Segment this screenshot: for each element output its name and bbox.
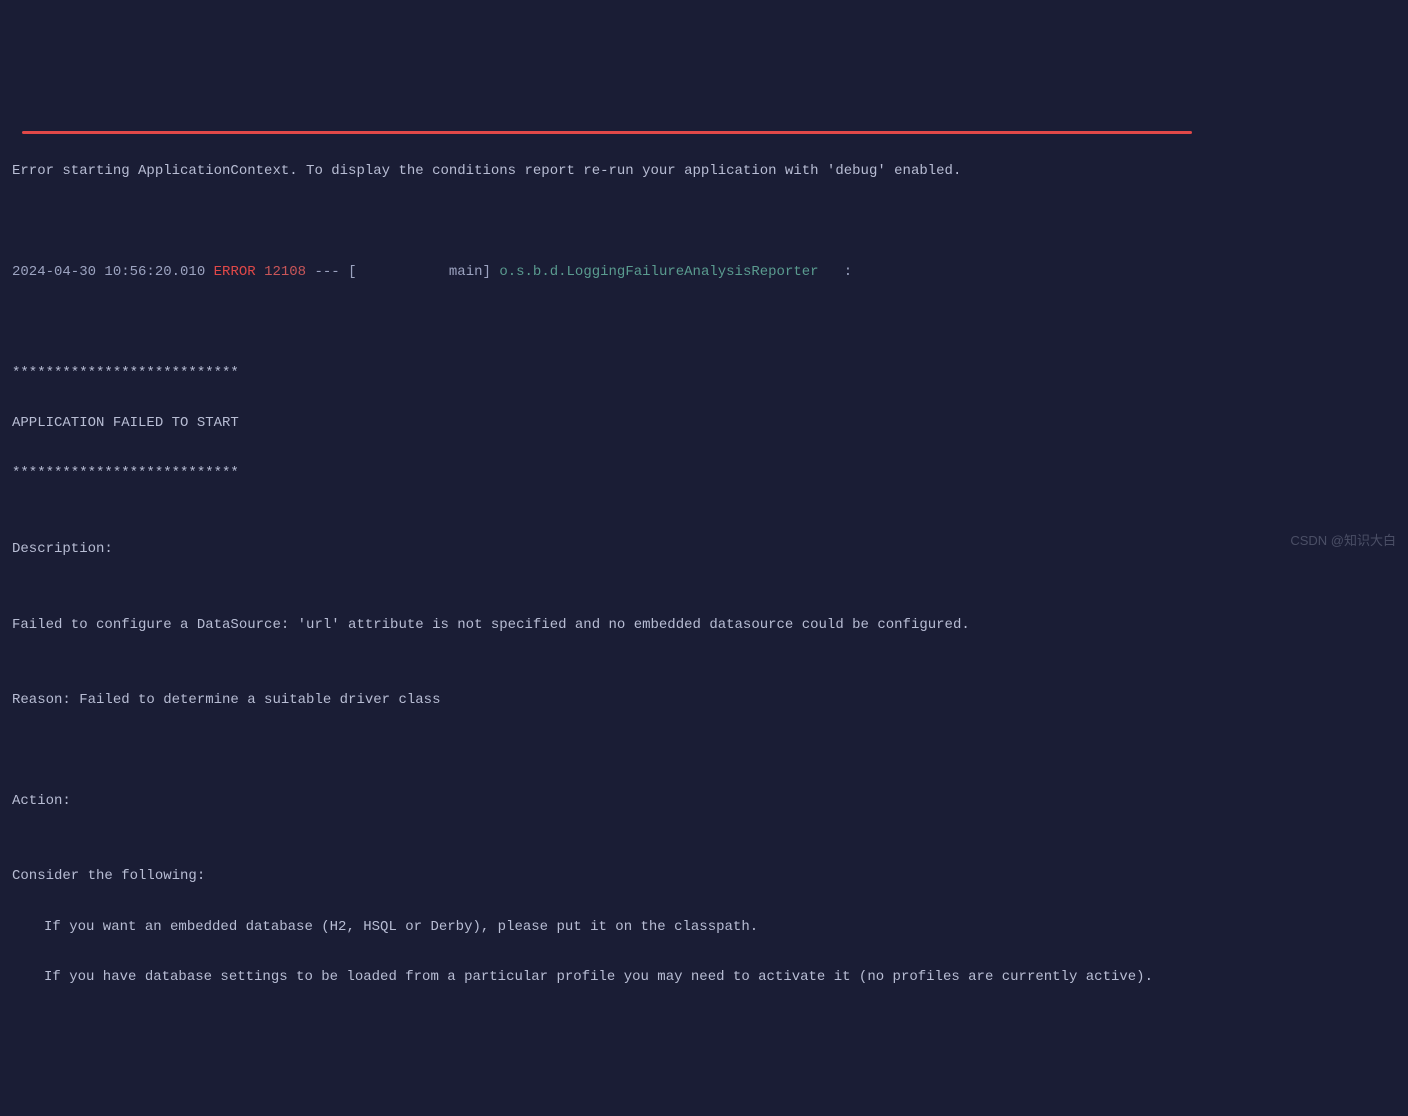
consider-line-2: If you have database settings to be load… <box>12 965 1396 990</box>
log-colon: : <box>819 264 853 280</box>
divider-line: *************************** <box>12 461 1396 486</box>
log-meta-line: 2024-04-30 10:56:20.010 ERROR 12108 --- … <box>12 260 1396 285</box>
consider-line-1: If you want an embedded database (H2, HS… <box>12 915 1396 940</box>
error-underline-annotation <box>22 131 1192 134</box>
log-pid: 12108 <box>264 264 306 280</box>
context-error-line: Error starting ApplicationContext. To di… <box>12 159 1396 184</box>
description-body: Failed to configure a DataSource: 'url' … <box>12 613 1396 638</box>
logger-class-name: o.s.b.d.LoggingFailureAnalysisReporter <box>499 264 818 280</box>
log-level: ERROR <box>214 264 256 280</box>
log-timestamp: 2024-04-30 10:56:20.010 <box>12 264 205 280</box>
log-thread: --- [ main] <box>306 264 499 280</box>
description-header: Description: <box>12 537 1396 562</box>
action-header: Action: <box>12 789 1396 814</box>
failed-to-start-header: APPLICATION FAILED TO START <box>12 411 1396 436</box>
reason-line: Reason: Failed to determine a suitable d… <box>12 688 1396 713</box>
csdn-watermark: CSDN @知识大白 <box>1290 529 1396 552</box>
consider-header: Consider the following: <box>12 864 1396 889</box>
divider-line: *************************** <box>12 361 1396 386</box>
